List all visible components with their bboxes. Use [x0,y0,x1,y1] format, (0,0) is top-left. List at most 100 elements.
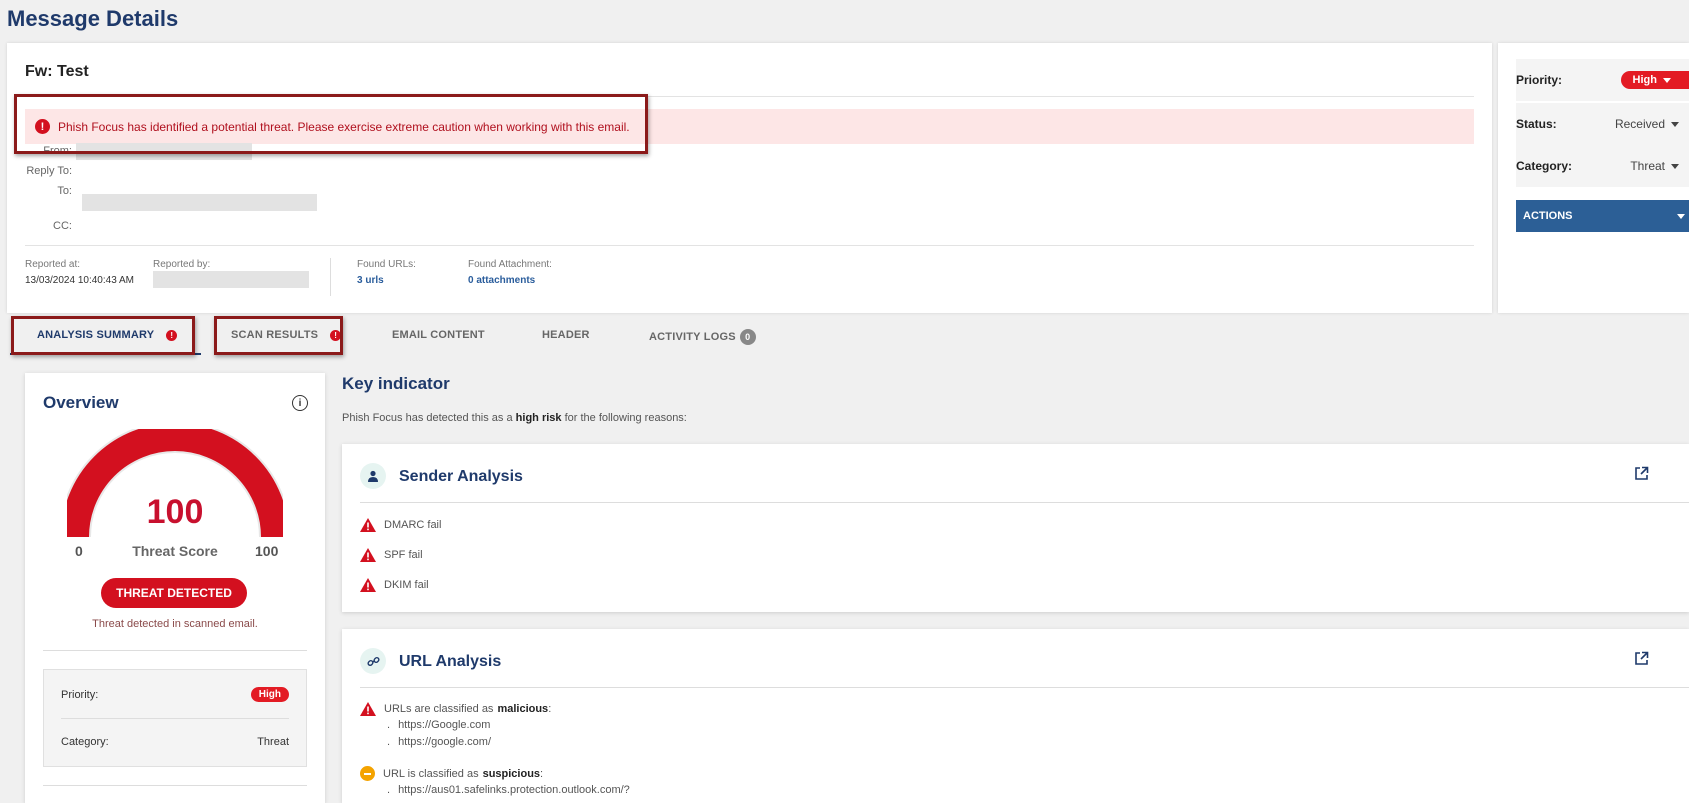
tab-label: EMAIL CONTENT [392,329,485,341]
status-value: Received [1614,117,1665,131]
found-attachment-label: Found Attachment: [468,259,552,270]
reason-classification: malicious [497,703,549,715]
reported-by-label: Reported by: [153,259,211,270]
chevron-down-icon [1671,163,1679,169]
overview-category-label: Category: [61,736,109,748]
url-analysis-title: URL Analysis [399,653,502,670]
alert-highlight-box [14,94,648,154]
status-dropdown[interactable]: Received [1615,117,1679,131]
divider [25,245,1474,246]
divider [360,502,1689,503]
sender-reason-item: SPF fail [360,548,423,562]
link-icon [360,648,386,674]
actions-button[interactable]: ACTIONS [1516,200,1689,232]
reported-by-redacted [153,271,309,288]
url-text: https://Google.com [398,719,491,731]
sender-analysis-card: Sender Analysis DMARC fail SPF fail DKIM… [342,444,1689,612]
side-panel: Priority: High Status: Received Category… [1498,43,1689,313]
category-label: Category: [1516,159,1573,173]
to-value-redacted [82,194,317,211]
chevron-down-icon [1663,77,1671,83]
priority-dropdown[interactable]: High [1620,71,1689,89]
category-dropdown[interactable]: Threat [1630,159,1679,173]
tab-header[interactable]: HEADER [542,329,590,341]
tab-email-content[interactable]: EMAIL CONTENT [392,329,485,341]
warning-icon [360,548,376,562]
info-icon[interactable]: i [292,395,308,411]
actions-label: ACTIONS [1523,210,1573,222]
page-title: Message Details [7,6,179,31]
threat-score-value: 100 [146,493,204,531]
tab-label: ACTIVITY LOGS [649,331,736,343]
to-label: To: [57,185,72,197]
reason-text: URLs are classified as [384,703,494,715]
reason-text: SPF fail [384,549,423,561]
malicious-url-reason: URLs are classified as malicious: [360,702,551,716]
url-text: https://google.com/ [398,736,492,748]
colon: : [540,767,544,780]
reported-at-label: Reported at: [25,259,81,270]
priority-value: High [1632,74,1657,86]
divider [360,687,1689,688]
desc-text: Phish Focus has detected this as a [342,412,513,424]
overview-card: Overview i 100 0 Threat Score 100 THREAT… [25,373,325,803]
reported-at-value: 13/03/2024 10:40:43 AM [25,275,134,286]
overview-summary-box: Priority: High Category: Threat [43,669,307,767]
tab-label: HEADER [542,329,590,341]
activity-count-badge: 0 [739,329,756,345]
external-link-icon[interactable] [1634,651,1649,666]
threat-detected-badge: THREAT DETECTED [101,578,247,608]
url-list-item: . https://google.com/ [387,736,492,748]
threat-score-label: Threat Score [132,543,218,559]
found-urls-link[interactable]: 3 urls [357,275,384,286]
overview-priority-label: Priority: [61,689,99,701]
overview-category-value: Threat [257,736,289,748]
gauge-max-label: 100 [255,543,279,559]
threat-note: Threat detected in scanned email. [92,618,258,630]
url-list-item: . https://Google.com [387,719,491,731]
key-indicator-title: Key indicator [342,374,450,393]
found-urls-label: Found URLs: [357,259,416,270]
tab-activity-logs[interactable]: ACTIVITY LOGS 0 [649,329,756,345]
reason-text: URL is classified as [383,767,479,780]
meta-separator [330,258,331,296]
key-indicator-description: Phish Focus has detected this as a high … [342,412,687,424]
cc-label: CC: [53,220,72,232]
external-link-icon[interactable] [1634,466,1649,481]
colon: : [548,703,552,715]
overview-title: Overview [43,393,119,412]
message-subject: Fw: Test [25,63,89,80]
category-row: Category: Threat [1516,145,1689,187]
user-icon [360,463,386,489]
chevron-down-icon [1677,213,1685,219]
desc-text: for the following reasons: [564,412,687,424]
sender-reason-item: DKIM fail [360,578,429,592]
url-analysis-card: URL Analysis URLs are classified as malic… [342,629,1689,803]
sender-analysis-title: Sender Analysis [399,468,523,485]
url-text: https://aus01.safelinks.protection.outlo… [398,784,630,796]
divider [43,785,307,786]
warning-icon [360,702,376,716]
reply-to-label: Reply To: [26,165,72,177]
warning-icon [360,578,376,592]
tab-highlight-box [11,316,195,355]
reason-text: DKIM fail [384,579,429,591]
reason-text: DMARC fail [384,519,442,531]
desc-risk-level: high risk [515,412,562,424]
divider [43,650,307,651]
overview-priority-badge: High [250,687,289,702]
priority-label: Priority: [1516,73,1563,87]
found-attachments-link[interactable]: 0 attachments [468,275,535,286]
tab-highlight-box [214,316,343,355]
sender-reason-item: DMARC fail [360,518,441,532]
suspicious-icon [360,766,375,781]
status-label: Status: [1516,117,1557,131]
divider [61,718,289,719]
message-card: Fw: Test ! Phish Focus has identified a … [7,43,1492,313]
category-value: Threat [1630,159,1665,173]
priority-row: Priority: High [1516,59,1689,101]
warning-icon [360,518,376,532]
suspicious-url-reason: URL is classified as suspicious: [360,766,543,781]
reason-classification: suspicious [482,767,541,780]
chevron-down-icon [1671,121,1679,127]
